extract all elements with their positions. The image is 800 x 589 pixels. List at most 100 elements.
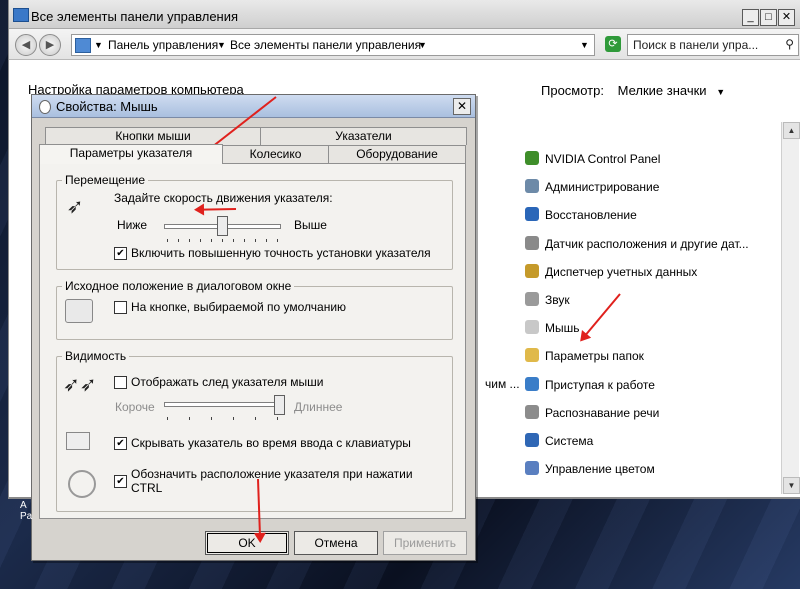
list-item[interactable]: Восстановление [525, 202, 780, 230]
list-item[interactable]: Диспетчер учетных данных [525, 259, 780, 287]
show-location-checkbox[interactable]: ✔ [114, 475, 127, 488]
slider-tick [233, 239, 234, 242]
address-dropdown-icon[interactable]: ▼ [580, 40, 589, 50]
vertical-scrollbar[interactable]: ▲ ▼ [781, 122, 800, 494]
address-bar[interactable]: ▼ Панель управления ▼ Все элементы панел… [71, 34, 595, 56]
pointer-speed-icon: ➶ [66, 196, 84, 218]
system-icon [525, 432, 539, 447]
tab-pointer-options[interactable]: Параметры указателя [39, 144, 223, 164]
list-item-label: Администрирование [545, 180, 660, 195]
breadcrumb-all-items[interactable]: Все элементы панели управления [230, 38, 421, 52]
tab-hardware[interactable]: Оборудование [328, 145, 466, 163]
window-titlebar[interactable]: Все элементы панели управления _ □ ✕ [9, 0, 800, 29]
hide-pointer-label: Скрывать указатель во время ввода с клав… [131, 436, 411, 450]
pointer-trails-icon: ➶➶ [63, 374, 97, 396]
location-sensor-icon [525, 235, 539, 250]
list-item[interactable]: Распознавание речи [525, 400, 780, 428]
tab-pointers[interactable]: Указатели [260, 127, 467, 145]
scroll-down-arrow-icon[interactable]: ▼ [783, 477, 800, 494]
snap-to-icon [65, 299, 93, 323]
forward-button[interactable]: ▶ [39, 34, 61, 56]
back-button[interactable]: ◀ [15, 34, 37, 56]
chevron-down-icon[interactable]: ▼ [217, 40, 226, 50]
trails-slider-ticks [167, 417, 278, 423]
list-item-label: Распознавание речи [545, 405, 660, 420]
speed-slider-ticks [167, 239, 278, 245]
slider-tick [277, 417, 278, 420]
speed-slow-label: Ниже [117, 218, 148, 232]
speed-prompt: Задайте скорость движения указателя: [114, 191, 333, 205]
chevron-down-icon[interactable]: ▼ [418, 40, 427, 50]
motion-group-label: Перемещение [62, 173, 148, 187]
speech-recognition-icon [525, 404, 539, 419]
snap-to-checkbox[interactable] [114, 301, 127, 314]
view-value[interactable]: Мелкие значки [618, 83, 707, 98]
view-selector[interactable]: Просмотр: Мелкие значки ▼ [541, 83, 725, 98]
dialog-close-button[interactable]: ✕ [453, 98, 471, 115]
partial-item-label[interactable]: чим ... [485, 377, 520, 391]
slider-tick [178, 239, 179, 242]
getting-started-icon [525, 376, 539, 391]
precision-checkbox[interactable]: ✔ [114, 247, 127, 260]
search-placeholder: Поиск в панели упра... [633, 38, 759, 52]
list-item[interactable]: Система [525, 428, 780, 456]
control-panel-small-icon [75, 38, 91, 53]
show-location-label-line2: CTRL [131, 481, 163, 495]
cancel-button[interactable]: Отмена [294, 531, 378, 555]
tab-wheel[interactable]: Колесико [222, 145, 329, 163]
list-item-label: Диспетчер учетных данных [545, 264, 698, 279]
list-item[interactable]: Управление цветом [525, 456, 780, 484]
slider-tick [189, 239, 190, 242]
close-button[interactable]: ✕ [778, 9, 795, 26]
list-item-label: Мышь [545, 321, 580, 336]
slider-tick [244, 239, 245, 242]
trails-slider-thumb[interactable] [274, 395, 285, 415]
chevron-down-icon[interactable]: ▼ [716, 87, 725, 97]
list-item[interactable]: Параметры папок [525, 343, 780, 371]
ok-button[interactable]: OK [205, 531, 289, 555]
admin-tools-icon [525, 179, 539, 194]
dialog-title: Свойства: Мышь [56, 99, 158, 114]
apply-button[interactable]: Применить [383, 531, 467, 555]
list-item[interactable]: Звук [525, 287, 780, 315]
slider-tick [189, 417, 190, 420]
tab-buttons[interactable]: Кнопки мыши [45, 127, 261, 145]
list-item[interactable]: Мышь [525, 315, 780, 343]
search-input[interactable]: Поиск в панели упра... ⚲ [627, 34, 799, 56]
pointer-trails-label: Отображать след указателя мыши [131, 375, 324, 389]
trails-long-label: Длиннее [294, 400, 343, 414]
slider-tick [222, 239, 223, 242]
snap-to-group: Исходное положение в диалоговом окне На … [56, 279, 453, 340]
speed-fast-label: Выше [294, 218, 327, 232]
hide-pointer-icon [66, 432, 90, 450]
minimize-button[interactable]: _ [742, 9, 759, 26]
mouse-properties-dialog: Свойства: Мышь ✕ Кнопки мыши Указатели П… [31, 94, 476, 561]
trails-slider-track[interactable] [164, 402, 281, 407]
refresh-icon[interactable]: ⟳ [605, 36, 621, 52]
search-icon[interactable]: ⚲ [785, 37, 794, 51]
list-item[interactable]: Приступая к работе [525, 372, 780, 400]
show-location-icon [68, 470, 96, 498]
list-item[interactable]: Администрирование [525, 174, 780, 202]
motion-group: Перемещение ➶ Задайте скорость движения … [56, 173, 453, 270]
speed-slider-thumb[interactable] [216, 216, 228, 236]
nvidia-icon [525, 151, 539, 165]
breadcrumb-root-chevron-icon[interactable]: ▼ [94, 40, 103, 50]
list-item[interactable]: NVIDIA Control Panel [525, 146, 780, 174]
mouse-icon [525, 320, 539, 335]
slider-tick [167, 417, 168, 420]
maximize-button[interactable]: □ [760, 9, 777, 26]
list-item[interactable]: Датчик расположения и другие дат... [525, 231, 780, 259]
list-item-label: Датчик расположения и другие дат... [545, 236, 749, 251]
recovery-icon [525, 207, 539, 222]
visibility-group-label: Видимость [62, 349, 130, 363]
slider-tick [211, 417, 212, 420]
scroll-up-arrow-icon[interactable]: ▲ [783, 122, 800, 139]
list-item-label: NVIDIA Control Panel [545, 152, 661, 166]
breadcrumb-control-panel[interactable]: Панель управления [108, 38, 218, 52]
desktop-partial-label: A Pa [20, 500, 33, 522]
pointer-trails-checkbox[interactable] [114, 376, 127, 389]
trails-short-label: Короче [115, 400, 155, 414]
hide-pointer-checkbox[interactable]: ✔ [114, 437, 127, 450]
show-location-label-line1: Обозначить расположение указателя при на… [131, 467, 413, 481]
